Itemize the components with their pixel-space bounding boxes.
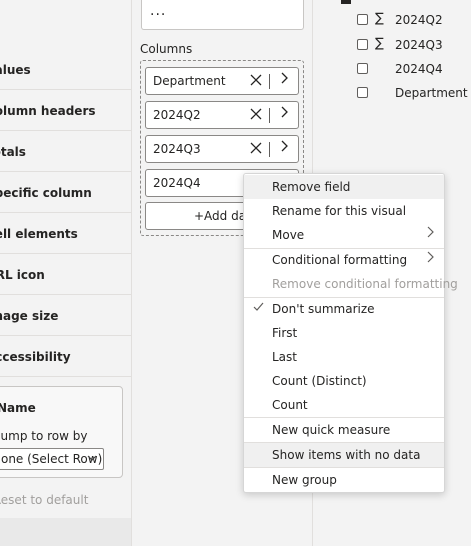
divider (269, 74, 270, 89)
field-checkbox[interactable] (357, 63, 368, 74)
field-context-menu: Remove field Rename for this visual Move… (243, 173, 458, 493)
divider (269, 108, 270, 123)
menu-item-label: Show items with no data (272, 448, 421, 462)
field-pill-2024q2[interactable]: 2024Q2 (145, 101, 299, 129)
menu-item-label: Conditional formatting (272, 253, 408, 267)
pill-label: 2024Q2 (153, 108, 201, 122)
format-section-image-size[interactable]: Image size (0, 296, 131, 336)
menu-item-new-group[interactable]: New group (244, 468, 444, 492)
format-section-label: Image size (0, 308, 59, 323)
columns-label: Columns (140, 42, 193, 56)
format-section-label: Specific column (0, 185, 92, 200)
format-section-label: URL icon (0, 267, 45, 282)
data-field-label[interactable]: Department (395, 86, 468, 100)
format-section-url-icon[interactable]: URL icon (0, 255, 131, 295)
chevron-down-icon (87, 452, 97, 465)
format-section-values[interactable]: Values (0, 50, 131, 90)
format-section-column-headers[interactable]: Column headers (0, 91, 131, 131)
menu-item-label: Remove field (272, 180, 351, 194)
pill-label: 2024Q4 (153, 176, 201, 190)
reset-label: Reset to default (0, 493, 89, 507)
field-well-above[interactable]: ... (141, 0, 304, 30)
menu-item-conditional-formatting[interactable]: Conditional formatting (244, 248, 444, 272)
data-field-label[interactable]: 2024Q3 (395, 38, 443, 52)
checkmark-icon (253, 301, 264, 315)
sigma-icon: ∑ (375, 36, 384, 51)
field-pill-department[interactable]: Department (145, 67, 299, 95)
jump-to-row-select[interactable]: None (Select Row) (0, 448, 104, 470)
format-section-accessibility[interactable]: Accessibility (0, 337, 131, 377)
pane-footer (0, 518, 131, 546)
field-checkbox[interactable] (357, 39, 368, 50)
menu-item-label: New group (272, 473, 337, 487)
format-section-label: Totals (0, 144, 26, 159)
close-icon[interactable] (250, 106, 262, 124)
menu-item-new-quick-measure[interactable]: New quick measure (244, 418, 444, 442)
chevron-right-icon[interactable] (280, 72, 288, 88)
close-icon[interactable] (250, 140, 262, 158)
format-section-label: Column headers (0, 103, 96, 118)
menu-item-last[interactable]: Last (244, 345, 444, 369)
data-field-label[interactable]: 2024Q2 (395, 13, 443, 27)
sigma-icon: ∑ (375, 11, 384, 26)
menu-item-label: Count (272, 398, 308, 412)
card-title: Name (0, 401, 36, 415)
menu-item-first[interactable]: First (244, 321, 444, 345)
menu-item-show-items-no-data[interactable]: Show items with no data (244, 443, 444, 467)
pill-label: Department (153, 74, 226, 88)
format-section-label: Values (0, 62, 31, 77)
table-icon (341, 0, 351, 4)
format-pane: Values Column headers Totals Specific co… (0, 0, 132, 546)
menu-item-count[interactable]: Count (244, 393, 444, 417)
format-section-cell-elements[interactable]: Cell elements (0, 214, 131, 254)
pill-label: 2024Q3 (153, 142, 201, 156)
divider (269, 142, 270, 157)
menu-item-count-distinct[interactable]: Count (Distinct) (244, 369, 444, 393)
menu-item-rename[interactable]: Rename for this visual (244, 199, 444, 223)
card-label: Jump to row by (0, 429, 88, 443)
menu-item-label: Move (272, 228, 305, 242)
format-section-label: Accessibility (0, 349, 71, 364)
chevron-right-icon (427, 251, 434, 267)
menu-item-label: New quick measure (272, 423, 391, 437)
menu-item-remove-field[interactable]: Remove field (244, 175, 444, 199)
menu-item-move[interactable]: Move (244, 223, 444, 247)
close-icon[interactable] (250, 72, 262, 90)
menu-item-label: Rename for this visual (272, 204, 407, 218)
menu-item-label: First (272, 326, 298, 340)
field-pill-2024q3[interactable]: 2024Q3 (145, 135, 299, 163)
data-field-label[interactable]: 2024Q4 (395, 62, 443, 76)
menu-item-label: Remove conditional formatting (272, 277, 458, 291)
more-text: ... (150, 3, 167, 19)
format-section-label: Cell elements (0, 226, 78, 241)
menu-item-label: Count (Distinct) (272, 374, 367, 388)
accessibility-card: Name Jump to row by None (Select Row) (0, 386, 123, 478)
chevron-right-icon (427, 226, 434, 242)
format-section-totals[interactable]: Totals (0, 132, 131, 172)
format-section-specific-column[interactable]: Specific column (0, 173, 131, 213)
menu-item-dont-summarize[interactable]: Don't summarize (244, 297, 444, 321)
menu-item-label: Don't summarize (272, 302, 375, 316)
menu-item-remove-conditional-formatting: Remove conditional formatting (244, 272, 458, 296)
chevron-right-icon[interactable] (280, 106, 288, 122)
chevron-right-icon[interactable] (280, 140, 288, 156)
field-checkbox[interactable] (357, 14, 368, 25)
field-checkbox[interactable] (357, 87, 368, 98)
menu-item-label: Last (272, 350, 297, 364)
